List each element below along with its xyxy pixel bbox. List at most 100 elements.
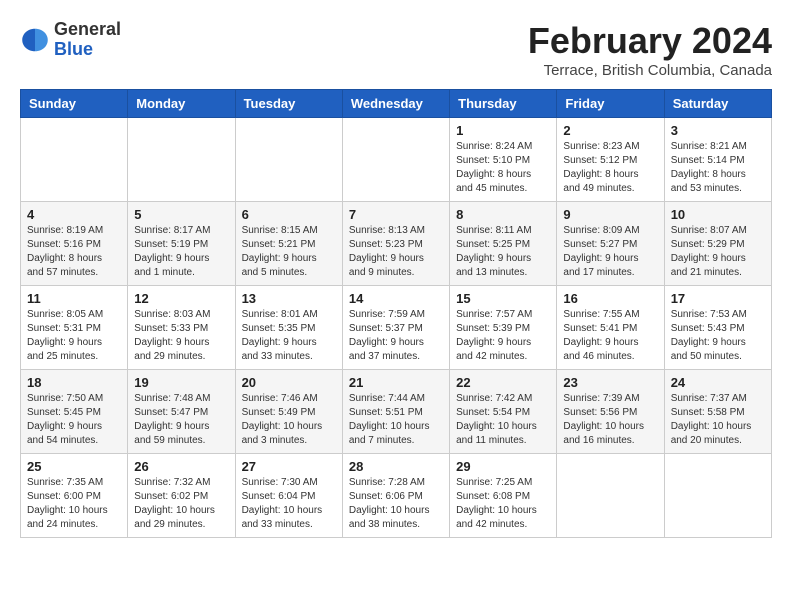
- calendar-cell: 9 Sunrise: 8:09 AM Sunset: 5:27 PM Daylig…: [557, 202, 664, 286]
- calendar-cell: 13 Sunrise: 8:01 AM Sunset: 5:35 PM Dayli…: [235, 286, 342, 370]
- calendar-cell: 24Sunrise: 7:37 AM Sunset: 5:58 PM Dayli…: [664, 370, 771, 454]
- day-info: Sunrise: 7:35 AM Sunset: 6:00 PM Dayligh…: [27, 476, 121, 532]
- day-number: 29: [456, 459, 550, 474]
- calendar-cell: 2 Sunrise: 8:23 AM Sunset: 5:12 PM Daylig…: [557, 118, 664, 202]
- calendar-cell: 29 Sunrise: 7:25 AM Sunset: 6:08 PM Dayli…: [450, 454, 557, 538]
- day-number: 7: [349, 207, 443, 222]
- calendar-cell: [557, 454, 664, 538]
- calendar-cell: 8 Sunrise: 8:11 AM Sunset: 5:25 PM Daylig…: [450, 202, 557, 286]
- day-number: 11: [27, 291, 121, 306]
- day-info: Sunrise: 7:46 AM Sunset: 5:49 PM Dayligh…: [242, 392, 336, 448]
- title-section: February 2024 Terrace, British Columbia,…: [528, 20, 772, 79]
- calendar-cell: [342, 118, 449, 202]
- calendar-cell: 26 Sunrise: 7:32 AM Sunset: 6:02 PM Dayli…: [128, 454, 235, 538]
- day-info: Sunrise: 7:50 AM Sunset: 5:45 PM Dayligh…: [27, 392, 121, 448]
- calendar-cell: 11 Sunrise: 8:05 AM Sunset: 5:31 PM Dayli…: [21, 286, 128, 370]
- day-number: 1: [456, 123, 550, 138]
- calendar-cell: [21, 118, 128, 202]
- calendar-cell: 25 Sunrise: 7:35 AM Sunset: 6:00 PM Dayli…: [21, 454, 128, 538]
- day-info: Sunrise: 8:01 AM Sunset: 5:35 PM Dayligh…: [242, 308, 336, 364]
- day-number: 26: [134, 459, 228, 474]
- calendar-week-row: 11 Sunrise: 8:05 AM Sunset: 5:31 PM Dayli…: [21, 286, 772, 370]
- calendar-cell: 23Sunrise: 7:39 AM Sunset: 5:56 PM Dayli…: [557, 370, 664, 454]
- calendar-cell: 18 Sunrise: 7:50 AM Sunset: 5:45 PM Dayli…: [21, 370, 128, 454]
- calendar-cell: 14 Sunrise: 7:59 AM Sunset: 5:37 PM Dayli…: [342, 286, 449, 370]
- day-number: 22: [456, 375, 550, 390]
- logo-text: General Blue: [54, 20, 121, 60]
- day-number: 27: [242, 459, 336, 474]
- day-number: 21: [349, 375, 443, 390]
- day-number: 28: [349, 459, 443, 474]
- day-info: Sunrise: 8:24 AM Sunset: 5:10 PM Dayligh…: [456, 140, 550, 196]
- day-info: Sunrise: 8:11 AM Sunset: 5:25 PM Dayligh…: [456, 224, 550, 280]
- calendar-cell: 28 Sunrise: 7:28 AM Sunset: 6:06 PM Dayli…: [342, 454, 449, 538]
- day-info: Sunrise: 7:25 AM Sunset: 6:08 PM Dayligh…: [456, 476, 550, 532]
- calendar-cell: 16Sunrise: 7:55 AM Sunset: 5:41 PM Dayli…: [557, 286, 664, 370]
- day-info: Sunrise: 7:59 AM Sunset: 5:37 PM Dayligh…: [349, 308, 443, 364]
- calendar-cell: 6Sunrise: 8:15 AM Sunset: 5:21 PM Daylig…: [235, 202, 342, 286]
- calendar-cell: 12Sunrise: 8:03 AM Sunset: 5:33 PM Dayli…: [128, 286, 235, 370]
- header-thursday: Thursday: [450, 90, 557, 118]
- day-info: Sunrise: 7:30 AM Sunset: 6:04 PM Dayligh…: [242, 476, 336, 532]
- day-number: 8: [456, 207, 550, 222]
- day-info: Sunrise: 7:57 AM Sunset: 5:39 PM Dayligh…: [456, 308, 550, 364]
- calendar-cell: 20 Sunrise: 7:46 AM Sunset: 5:49 PM Dayli…: [235, 370, 342, 454]
- day-number: 9: [563, 207, 657, 222]
- calendar-cell: 10 Sunrise: 8:07 AM Sunset: 5:29 PM Dayli…: [664, 202, 771, 286]
- calendar-cell: 17 Sunrise: 7:53 AM Sunset: 5:43 PM Dayli…: [664, 286, 771, 370]
- page-header: General Blue February 2024 Terrace, Brit…: [20, 20, 772, 79]
- header-saturday: Saturday: [664, 90, 771, 118]
- day-number: 20: [242, 375, 336, 390]
- day-info: Sunrise: 8:07 AM Sunset: 5:29 PM Dayligh…: [671, 224, 765, 280]
- day-number: 25: [27, 459, 121, 474]
- day-number: 4: [27, 207, 121, 222]
- day-number: 17: [671, 291, 765, 306]
- logo-general: General: [54, 19, 121, 39]
- day-number: 10: [671, 207, 765, 222]
- header-monday: Monday: [128, 90, 235, 118]
- day-number: 14: [349, 291, 443, 306]
- header-friday: Friday: [557, 90, 664, 118]
- location-subtitle: Terrace, British Columbia, Canada: [528, 62, 772, 79]
- day-info: Sunrise: 7:53 AM Sunset: 5:43 PM Dayligh…: [671, 308, 765, 364]
- day-info: Sunrise: 7:37 AM Sunset: 5:58 PM Dayligh…: [671, 392, 765, 448]
- calendar-header: Sunday Monday Tuesday Wednesday Thursday…: [21, 90, 772, 118]
- calendar-cell: [128, 118, 235, 202]
- calendar-body: 1 Sunrise: 8:24 AM Sunset: 5:10 PM Daylig…: [21, 118, 772, 538]
- header-wednesday: Wednesday: [342, 90, 449, 118]
- header-sunday: Sunday: [21, 90, 128, 118]
- day-info: Sunrise: 7:32 AM Sunset: 6:02 PM Dayligh…: [134, 476, 228, 532]
- calendar-cell: 1 Sunrise: 8:24 AM Sunset: 5:10 PM Daylig…: [450, 118, 557, 202]
- day-number: 3: [671, 123, 765, 138]
- day-info: Sunrise: 7:28 AM Sunset: 6:06 PM Dayligh…: [349, 476, 443, 532]
- calendar-week-row: 4 Sunrise: 8:19 AM Sunset: 5:16 PM Daylig…: [21, 202, 772, 286]
- day-number: 18: [27, 375, 121, 390]
- calendar-week-row: 1 Sunrise: 8:24 AM Sunset: 5:10 PM Daylig…: [21, 118, 772, 202]
- day-info: Sunrise: 8:03 AM Sunset: 5:33 PM Dayligh…: [134, 308, 228, 364]
- day-info: Sunrise: 7:42 AM Sunset: 5:54 PM Dayligh…: [456, 392, 550, 448]
- day-info: Sunrise: 8:05 AM Sunset: 5:31 PM Dayligh…: [27, 308, 121, 364]
- day-info: Sunrise: 8:23 AM Sunset: 5:12 PM Dayligh…: [563, 140, 657, 196]
- calendar-week-row: 25 Sunrise: 7:35 AM Sunset: 6:00 PM Dayli…: [21, 454, 772, 538]
- calendar-cell: 3 Sunrise: 8:21 AM Sunset: 5:14 PM Daylig…: [664, 118, 771, 202]
- day-number: 23: [563, 375, 657, 390]
- day-number: 6: [242, 207, 336, 222]
- header-tuesday: Tuesday: [235, 90, 342, 118]
- day-info: Sunrise: 8:19 AM Sunset: 5:16 PM Dayligh…: [27, 224, 121, 280]
- day-number: 2: [563, 123, 657, 138]
- calendar-cell: 4 Sunrise: 8:19 AM Sunset: 5:16 PM Daylig…: [21, 202, 128, 286]
- day-number: 16: [563, 291, 657, 306]
- day-number: 5: [134, 207, 228, 222]
- logo-blue: Blue: [54, 39, 93, 59]
- day-info: Sunrise: 8:21 AM Sunset: 5:14 PM Dayligh…: [671, 140, 765, 196]
- logo-icon: [20, 25, 50, 55]
- calendar-cell: 21 Sunrise: 7:44 AM Sunset: 5:51 PM Dayli…: [342, 370, 449, 454]
- day-info: Sunrise: 8:09 AM Sunset: 5:27 PM Dayligh…: [563, 224, 657, 280]
- day-number: 13: [242, 291, 336, 306]
- logo: General Blue: [20, 20, 121, 60]
- calendar-cell: [235, 118, 342, 202]
- calendar-cell: 15Sunrise: 7:57 AM Sunset: 5:39 PM Dayli…: [450, 286, 557, 370]
- day-info: Sunrise: 7:44 AM Sunset: 5:51 PM Dayligh…: [349, 392, 443, 448]
- weekday-header-row: Sunday Monday Tuesday Wednesday Thursday…: [21, 90, 772, 118]
- calendar-table: Sunday Monday Tuesday Wednesday Thursday…: [20, 89, 772, 538]
